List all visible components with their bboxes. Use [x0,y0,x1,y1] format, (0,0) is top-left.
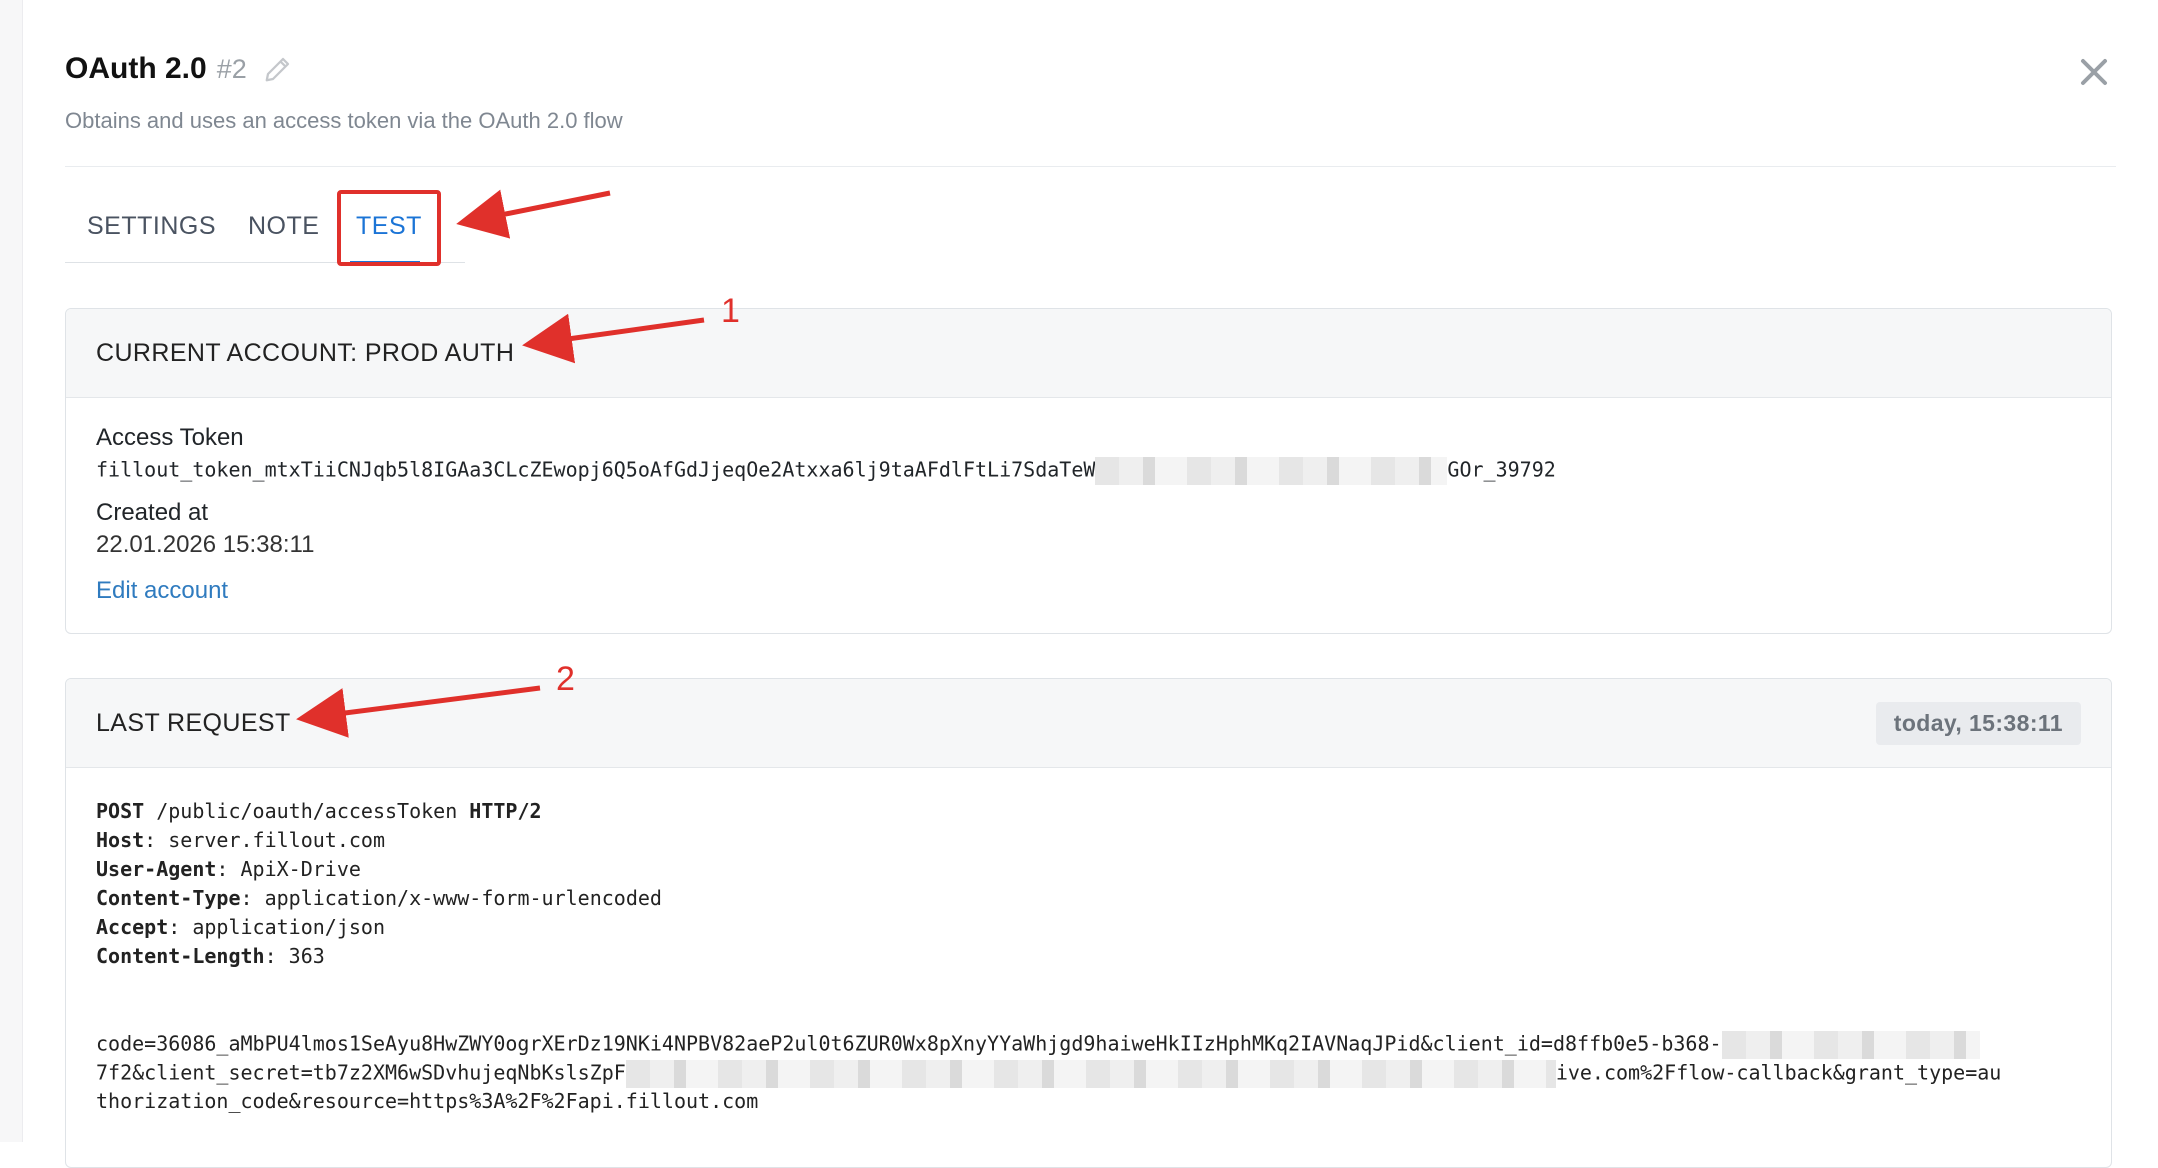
created-at-value: 22.01.2026 15:38:11 [96,531,315,558]
request-body-line-1: code=36086_aMbPU4lmos1SeAyu8HwZWY0ogrXEr… [96,1031,1980,1059]
request-method: POST [96,799,145,823]
background-panel-edge [0,0,23,1142]
request-header-row: Content-Length: 363 [96,944,325,968]
header-value: application/json [192,915,385,939]
redacted-region [1721,1031,1980,1059]
header-name: Host [96,828,145,852]
current-account-title: CURRENT ACCOUNT: PROD AUTH [96,338,515,367]
created-at-label: Created at [96,499,209,526]
header-name: Content-Length [96,944,265,968]
current-account-card: CURRENT ACCOUNT: PROD AUTH Access Token … [65,308,2112,634]
header-name: Content-Type [96,886,241,910]
integration-modal: OAuth 2.0 #2 Obtains and uses an access … [22,0,2158,1168]
edit-account-link[interactable]: Edit account [96,577,228,605]
request-body-line-3: thorization_code&resource=https%3A%2F%2F… [96,1089,759,1113]
modal-subtitle: Obtains and uses an access token via the… [65,108,623,133]
request-header-row: User-Agent: ApiX-Drive [96,857,361,881]
header-value: server.fillout.com [168,828,386,852]
access-token-suffix: GOr_39792 [1447,457,1556,482]
pencil-edit-icon[interactable] [263,54,293,84]
annotation-marker-1: 1 [721,292,740,330]
header-name: Accept [96,915,169,939]
access-token-prefix: fillout_token_mtxTiiCNJqb5l8IGAa3CLcZEwo… [96,457,1096,482]
request-protocol: HTTP/2 [469,799,542,823]
request-line: POST /public/oauth/accessToken HTTP/2 [96,797,662,826]
modal-title: OAuth 2.0 [65,52,207,85]
request-body-line-2: 7f2&client_secret=tb7z2XM6wSDvhujeqNbKsl… [96,1060,2001,1088]
access-token-label: Access Token [96,424,244,451]
body-text: ive.com%2Fflow-callback&grant_type=au [1555,1060,2002,1085]
body-text: code=36086_aMbPU4lmos1SeAyu8HwZWY0ogrXEr… [96,1031,1722,1056]
header-name: User-Agent [96,857,217,881]
modal-title-number: #2 [216,53,247,84]
request-header-row: Host: server.fillout.com [96,828,386,852]
last-request-header: LAST REQUEST today, 15:38:11 [66,679,2111,768]
annotation-marker-2: 2 [556,660,575,698]
redacted-region [625,1060,1556,1088]
last-request-timestamp-badge: today, 15:38:11 [1875,701,2081,745]
request-header-row: Accept: application/json [96,915,385,939]
close-icon[interactable] [2079,57,2109,87]
request-headers-block: POST /public/oauth/accessToken HTTP/2 Ho… [96,797,662,971]
access-token-value: fillout_token_mtxTiiCNJqb5l8IGAa3CLcZEwo… [96,457,1556,485]
header-value: application/x-www-form-urlencoded [264,886,662,910]
header-value: ApiX-Drive [240,857,361,881]
modal-title-row: OAuth 2.0 #2 [65,52,293,86]
header-value: 363 [288,944,325,968]
tab-settings[interactable]: SETTINGS [87,212,216,241]
last-request-card: LAST REQUEST today, 15:38:11 POST /publi… [65,678,2112,1168]
redacted-region [1095,457,1448,485]
request-path: /public/oauth/accessToken [156,799,458,823]
header-divider [65,166,2116,167]
current-account-header: CURRENT ACCOUNT: PROD AUTH [66,309,2111,398]
request-header-row: Content-Type: application/x-www-form-url… [96,886,662,910]
last-request-title: LAST REQUEST [96,708,291,737]
tab-note[interactable]: NOTE [248,212,319,241]
body-text: 7f2&client_secret=tb7z2XM6wSDvhujeqNbKsl… [96,1060,626,1085]
test-tab-highlight-box [337,190,441,266]
close-button[interactable] [2072,50,2116,94]
